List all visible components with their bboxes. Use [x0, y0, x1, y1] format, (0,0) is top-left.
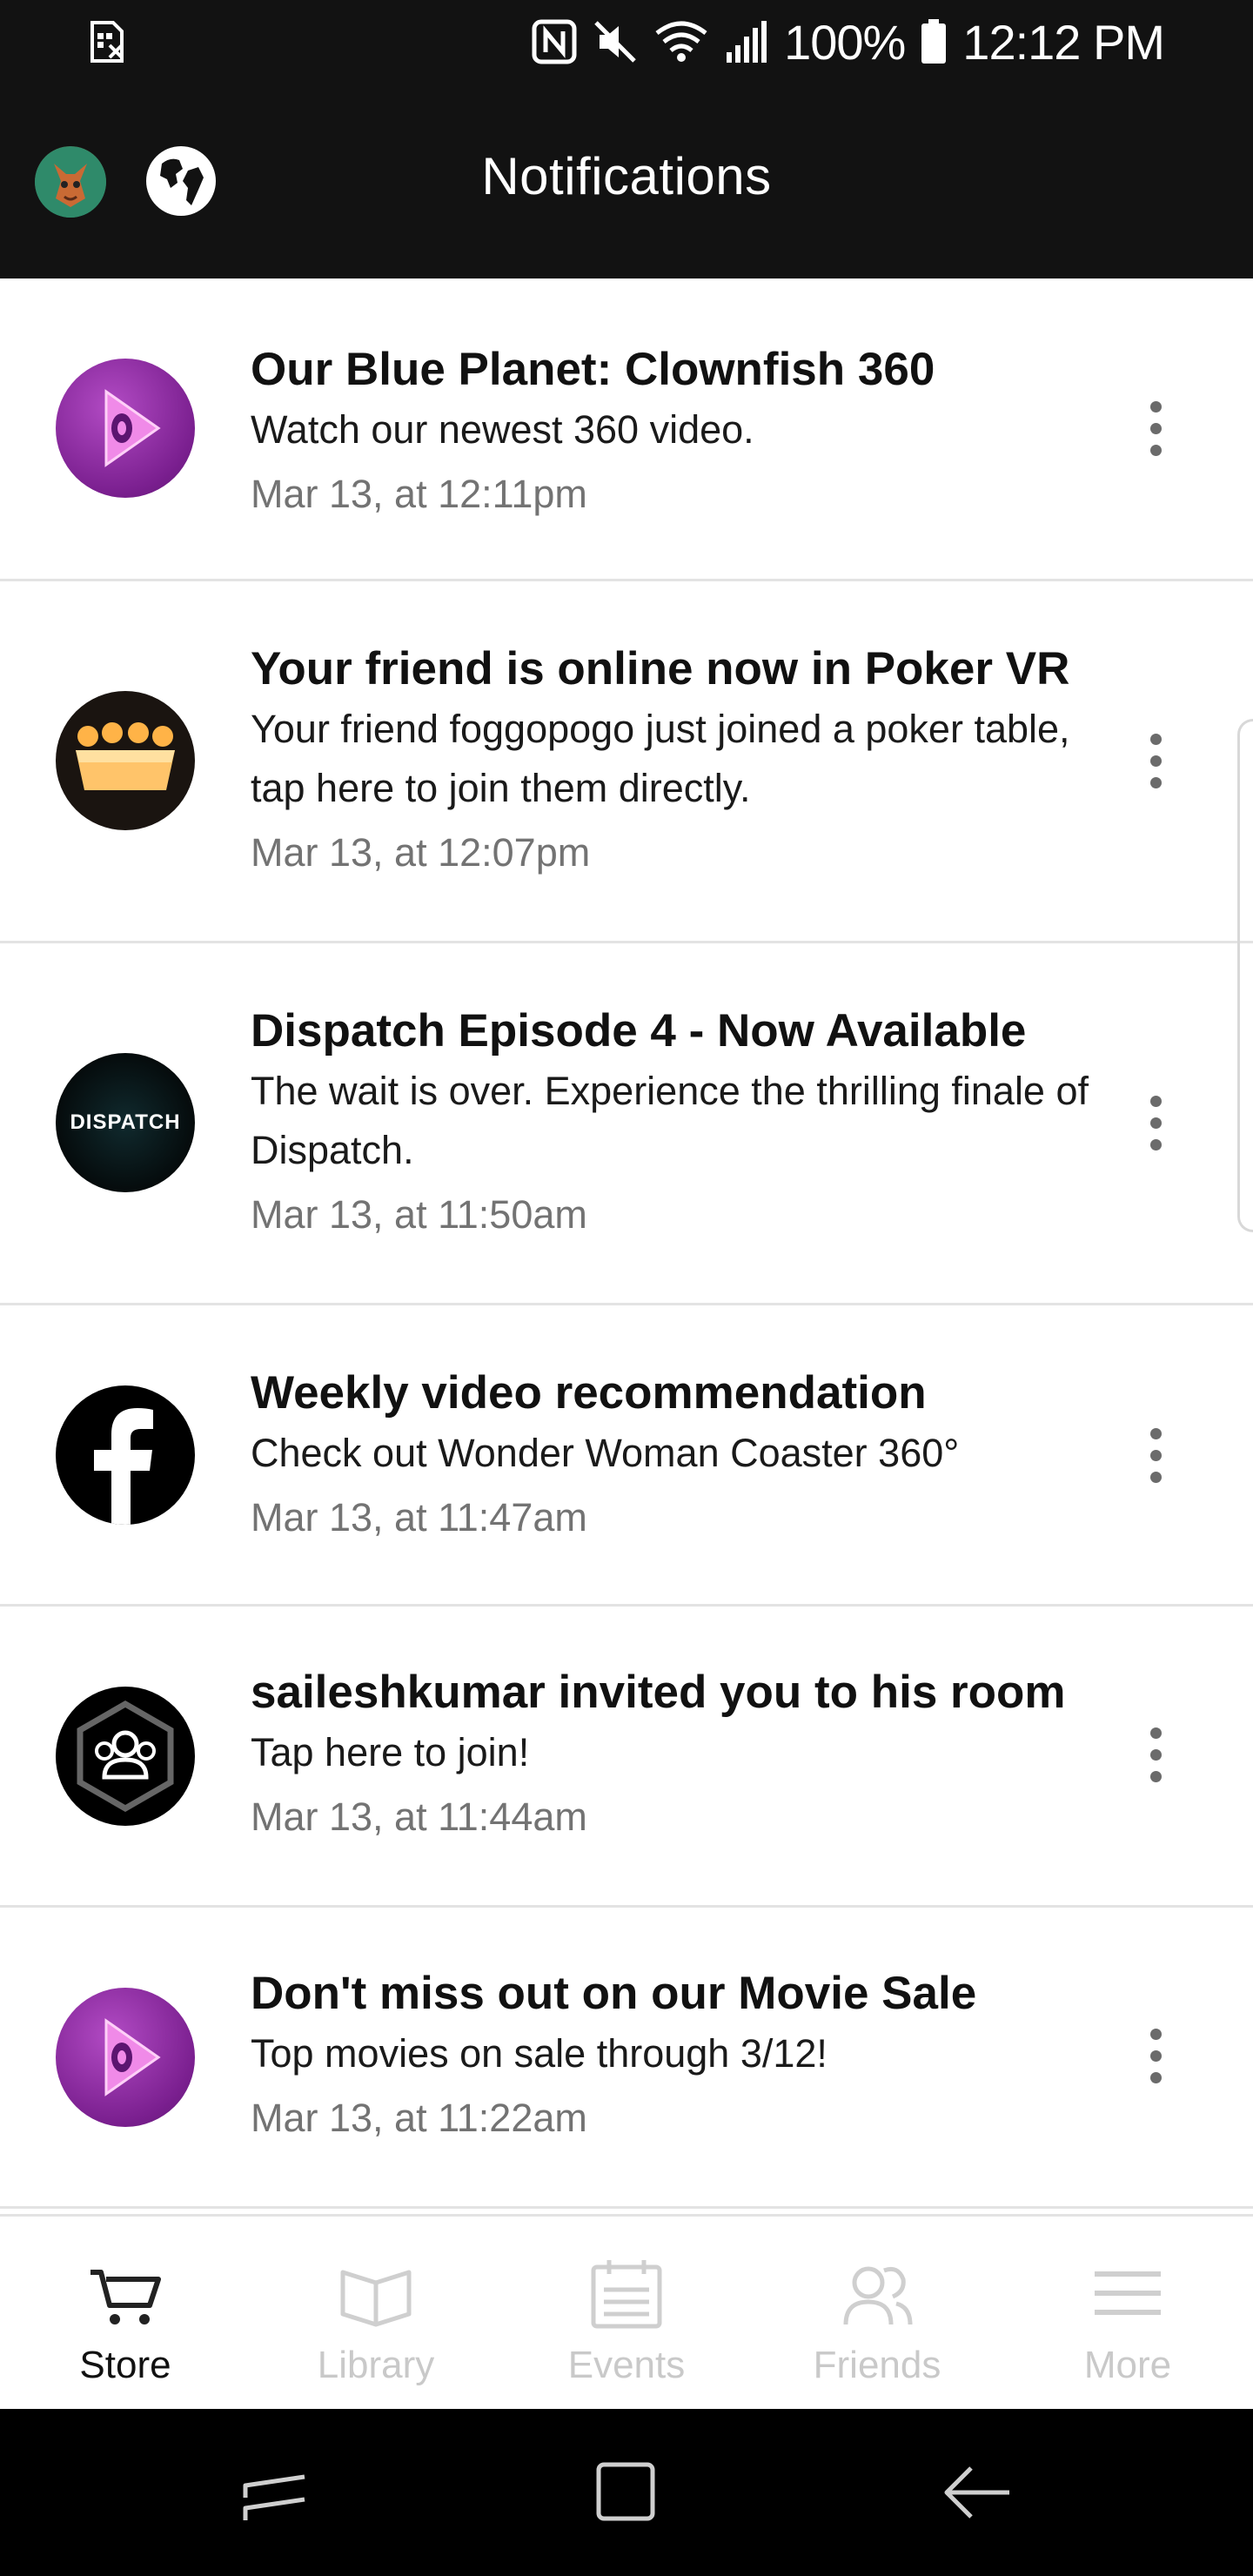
page-title: Notifications: [481, 147, 772, 205]
notification-time: Mar 13, at 11:44am: [251, 1794, 587, 1839]
notification-time: Mar 13, at 12:07pm: [251, 830, 591, 875]
notification-item[interactable]: saileshkumar invited you to his room Tap…: [0, 1607, 1253, 1908]
signal-icon: [727, 21, 767, 63]
facebook-icon: [56, 1385, 195, 1525]
notification-title: Your friend is online now in Poker VR: [251, 643, 1070, 694]
notification-time: Mar 13, at 11:47am: [251, 1495, 587, 1540]
tab-more[interactable]: More: [1002, 2217, 1253, 2412]
clock: 12:12 PM: [962, 14, 1165, 70]
notification-item[interactable]: Weekly video recommendation Check out Wo…: [0, 1305, 1253, 1607]
tab-library[interactable]: Library: [251, 2217, 501, 2412]
more-options-icon[interactable]: [1138, 2012, 1173, 2099]
mute-icon: [594, 21, 636, 63]
tab-label: Events: [567, 2344, 686, 2386]
notification-body: Check out Wonder Woman Coaster 360°: [251, 1431, 960, 1475]
friends-icon: [843, 2266, 913, 2325]
app-bar: Notifications: [0, 84, 1253, 278]
home-icon[interactable]: [585, 2451, 668, 2534]
nfc-icon: [532, 19, 577, 64]
wifi-icon: [655, 21, 707, 62]
no-sim-icon: [90, 21, 124, 63]
tab-events[interactable]: Events: [501, 2217, 752, 2412]
tab-label: Store: [79, 2344, 171, 2386]
more-options-icon[interactable]: [1138, 385, 1173, 472]
notification-body: Top movies on sale through 3/12!: [251, 2031, 828, 2076]
battery-icon: [921, 19, 947, 64]
book-icon: [340, 2270, 412, 2327]
notification-time: Mar 13, at 12:11pm: [251, 472, 587, 516]
cart-icon: [90, 2270, 161, 2324]
notification-title: Don't miss out on our Movie Sale: [251, 1968, 977, 2019]
bottom-nav: Store Library Events Friends More: [0, 2214, 1253, 2409]
oculus-video-icon: [56, 359, 195, 498]
notification-title: Dispatch Episode 4 - Now Available: [251, 1005, 1027, 1057]
calendar-icon: [591, 2260, 662, 2329]
recent-apps-icon[interactable]: [233, 2451, 317, 2534]
notification-title: Weekly video recommendation: [251, 1367, 927, 1419]
tab-label: Library: [317, 2344, 435, 2386]
dispatch-logo-text: DISPATCH: [70, 1110, 181, 1134]
more-options-icon[interactable]: [1138, 1079, 1173, 1166]
hamburger-icon: [1095, 2271, 1161, 2315]
notification-list: Our Blue Planet: Clownfish 360 Watch our…: [0, 278, 1253, 2209]
notification-item[interactable]: Don't miss out on our Movie Sale Top mov…: [0, 1908, 1253, 2209]
more-options-icon[interactable]: [1138, 717, 1173, 804]
more-options-icon[interactable]: [1138, 1711, 1173, 1798]
notification-body: Your friend foggopogo just joined a poke…: [251, 707, 1070, 810]
tab-friends[interactable]: Friends: [752, 2217, 1002, 2412]
battery-percent: 100%: [784, 14, 906, 70]
notification-body: The wait is over. Experience the thrilli…: [251, 1069, 1089, 1172]
tab-store[interactable]: Store: [0, 2217, 251, 2412]
tab-label: Friends: [813, 2344, 941, 2386]
notification-time: Mar 13, at 11:22am: [251, 2096, 587, 2140]
system-nav-bar: [0, 2409, 1253, 2576]
notification-body: Watch our newest 360 video.: [251, 407, 754, 452]
oculus-video-icon: [56, 1988, 195, 2127]
notification-item[interactable]: Your friend is online now in Poker VR Yo…: [0, 581, 1253, 943]
poker-crown-icon: [56, 691, 195, 830]
tab-label: More: [1083, 2344, 1172, 2386]
dispatch-logo: DISPATCH: [56, 1053, 195, 1192]
notification-title: Our Blue Planet: Clownfish 360: [251, 344, 935, 395]
more-options-icon[interactable]: [1138, 1412, 1173, 1499]
scroll-handle[interactable]: [1237, 719, 1253, 1232]
notification-time: Mar 13, at 11:50am: [251, 1192, 587, 1237]
notification-item[interactable]: Our Blue Planet: Clownfish 360 Watch our…: [0, 278, 1253, 581]
status-bar: 100% 12:12 PM: [0, 0, 1253, 84]
back-icon[interactable]: [936, 2451, 1020, 2534]
notification-title: saileshkumar invited you to his room: [251, 1667, 1066, 1718]
rooms-icon: [56, 1687, 195, 1826]
notification-item[interactable]: DISPATCH Dispatch Episode 4 - Now Availa…: [0, 943, 1253, 1305]
notification-body: Tap here to join!: [251, 1730, 530, 1774]
